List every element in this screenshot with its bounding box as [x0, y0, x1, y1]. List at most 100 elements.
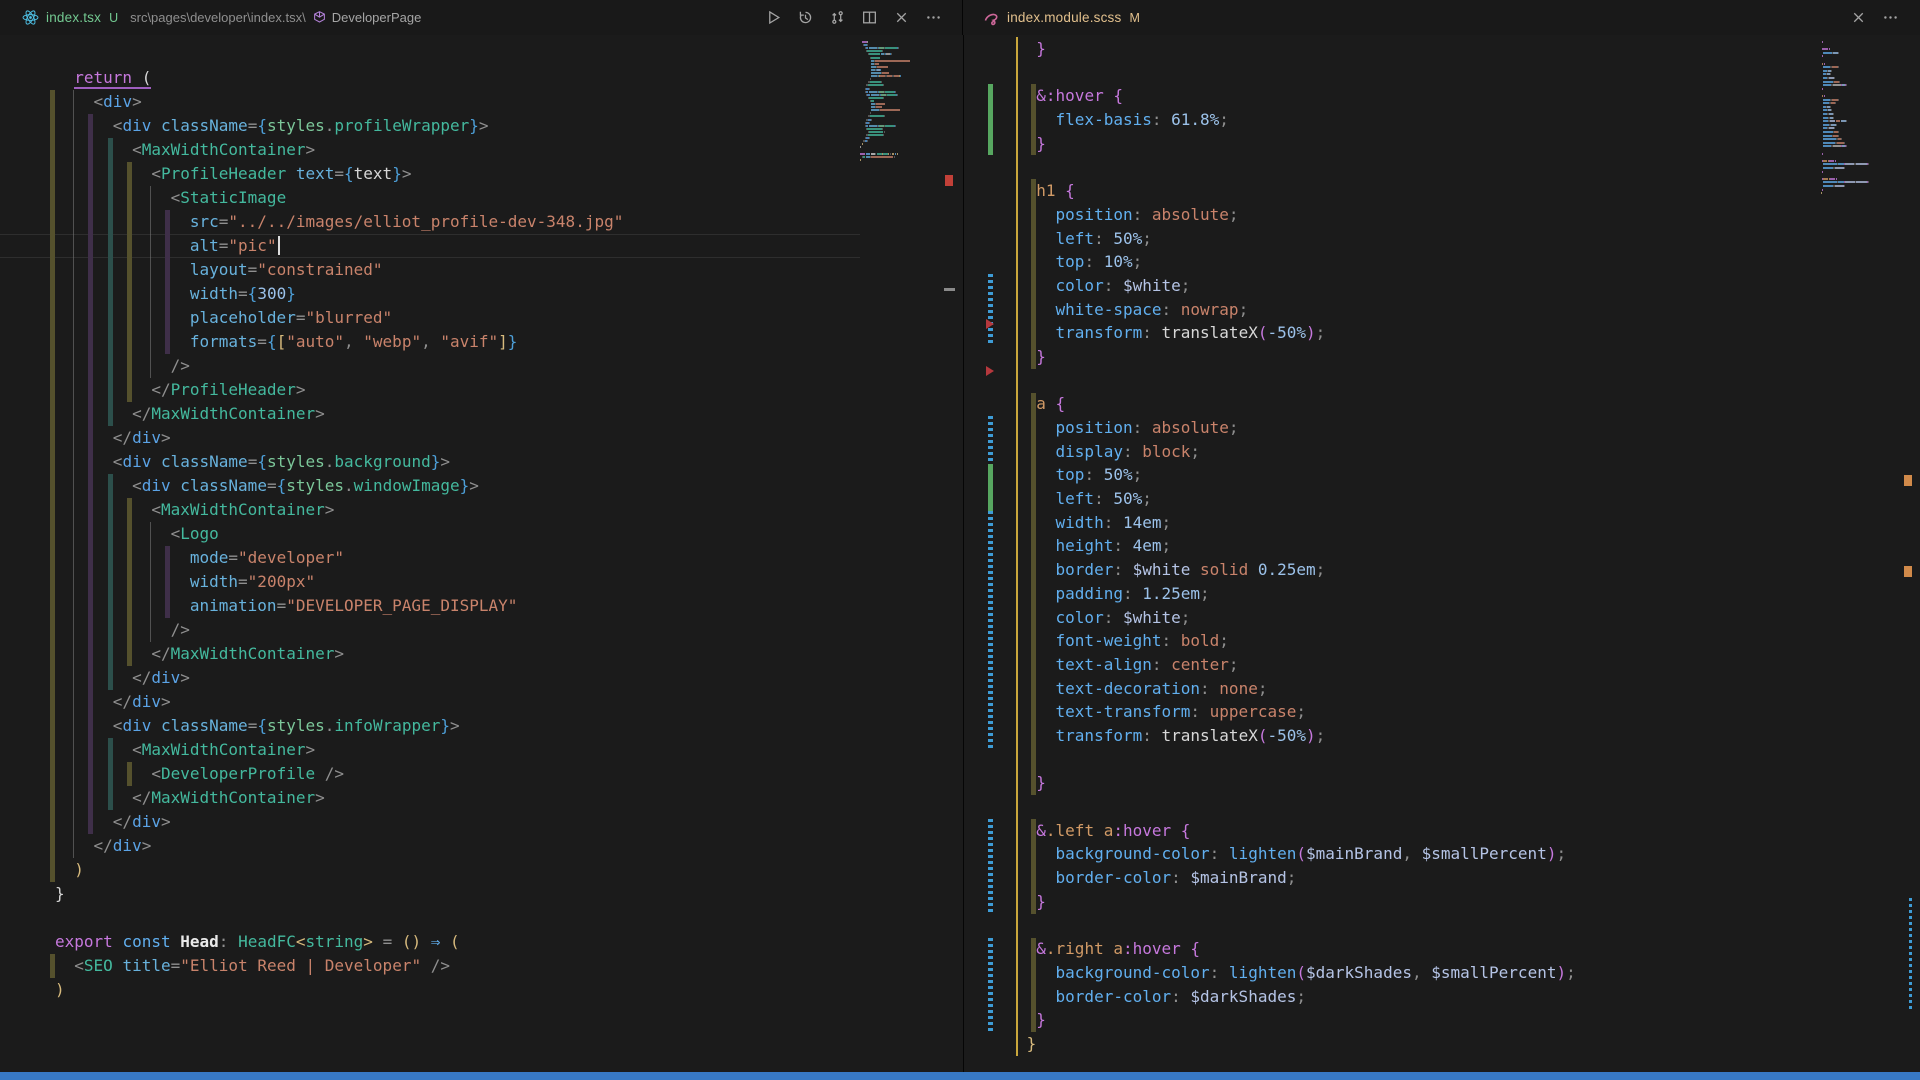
code-line[interactable]: } — [1017, 345, 1576, 369]
code-line[interactable]: <ProfileHeader text={text}> — [55, 162, 623, 186]
code-line[interactable]: } — [1017, 1008, 1576, 1032]
tab-filename[interactable]: index.tsx — [46, 10, 101, 25]
code-line[interactable]: </div> — [55, 834, 623, 858]
code-line[interactable]: </MaxWidthContainer> — [55, 786, 623, 810]
code-line[interactable] — [1017, 155, 1576, 179]
git-gutter-added-mark[interactable] — [988, 464, 993, 511]
code-line[interactable]: <div> — [55, 90, 623, 114]
code-line[interactable] — [1017, 795, 1576, 819]
code-line[interactable]: } — [55, 882, 623, 906]
code-line[interactable] — [1017, 913, 1576, 937]
code-line[interactable]: flex-basis: 61.8%; — [1017, 108, 1576, 132]
git-gutter-modified-mark[interactable] — [988, 274, 993, 345]
editor-pane-index-tsx[interactable]: return ( <div> <div className={styles.pr… — [0, 35, 963, 1072]
code-line[interactable]: } — [1017, 1032, 1576, 1056]
tab-filename[interactable]: index.module.scss — [1007, 10, 1121, 25]
code-line[interactable]: </ProfileHeader> — [55, 378, 623, 402]
code-line[interactable]: </MaxWidthContainer> — [55, 642, 623, 666]
code-line[interactable]: <DeveloperProfile /> — [55, 762, 623, 786]
code-line[interactable]: left: 50%; — [1017, 487, 1576, 511]
code-line[interactable]: width: 14em; — [1017, 511, 1576, 535]
code-line[interactable]: ) — [55, 978, 623, 1002]
code-line[interactable] — [1017, 61, 1576, 85]
code-line[interactable]: top: 50%; — [1017, 463, 1576, 487]
code-line[interactable]: <MaxWidthContainer> — [55, 498, 623, 522]
git-gutter-modified-mark[interactable] — [988, 511, 993, 748]
history-icon[interactable] — [797, 9, 814, 26]
code-line[interactable]: return ( — [55, 66, 623, 90]
code-line[interactable]: text-transform: uppercase; — [1017, 700, 1576, 724]
overview-ruler[interactable] — [1900, 35, 1920, 1072]
status-bar[interactable] — [0, 1072, 1920, 1080]
code-line[interactable]: transform: translateX(-50%); — [1017, 321, 1576, 345]
code-line[interactable]: a { — [1017, 392, 1576, 416]
git-gutter-modified-mark[interactable] — [988, 416, 993, 463]
code-line[interactable]: padding: 1.25em; — [1017, 582, 1576, 606]
code-line[interactable]: } — [1017, 37, 1576, 61]
code-line[interactable]: h1 { — [1017, 179, 1576, 203]
code-line[interactable]: src="../../images/elliot_profile-dev-348… — [55, 210, 623, 234]
code-line[interactable]: </div> — [55, 810, 623, 834]
code-line[interactable]: formats={["auto", "webp", "avif"]} — [55, 330, 623, 354]
code-line[interactable]: <Logo — [55, 522, 623, 546]
code-line[interactable]: position: absolute; — [1017, 203, 1576, 227]
code-line[interactable]: text-align: center; — [1017, 653, 1576, 677]
code-line[interactable]: placeholder="blurred" — [55, 306, 623, 330]
code-line[interactable]: display: block; — [1017, 440, 1576, 464]
code-line[interactable]: </div> — [55, 426, 623, 450]
code-line[interactable]: animation="DEVELOPER_PAGE_DISPLAY" — [55, 594, 623, 618]
code-line[interactable]: </div> — [55, 666, 623, 690]
breadcrumb-symbol[interactable]: DeveloperPage — [332, 10, 422, 25]
code-line[interactable]: <SEO title="Elliot Reed | Developer" /> — [55, 954, 623, 978]
code-line[interactable]: <StaticImage — [55, 186, 623, 210]
code-line[interactable]: border-color: $darkShades; — [1017, 985, 1576, 1009]
code-area[interactable]: return ( <div> <div className={styles.pr… — [55, 66, 623, 1002]
overview-ruler[interactable] — [941, 35, 963, 1072]
code-line[interactable]: export const Head: HeadFC<string> = () ⇒… — [55, 930, 623, 954]
code-line[interactable]: text-decoration: none; — [1017, 677, 1576, 701]
code-line[interactable]: border: $white solid 0.25em; — [1017, 558, 1576, 582]
code-line[interactable]: /> — [55, 618, 623, 642]
code-line[interactable]: <MaxWidthContainer> — [55, 738, 623, 762]
minimap[interactable] — [860, 41, 940, 1041]
code-line[interactable]: </MaxWidthContainer> — [55, 402, 623, 426]
close-icon[interactable] — [893, 9, 910, 26]
git-gutter-modified-mark[interactable] — [988, 819, 993, 914]
code-line[interactable]: font-weight: bold; — [1017, 629, 1576, 653]
code-line[interactable]: /> — [55, 354, 623, 378]
code-line[interactable]: } — [1017, 132, 1576, 156]
code-line[interactable]: <div className={styles.background}> — [55, 450, 623, 474]
code-line[interactable]: </div> — [55, 690, 623, 714]
code-line[interactable]: width="200px" — [55, 570, 623, 594]
code-line[interactable]: &.left a:hover { — [1017, 819, 1576, 843]
code-line[interactable]: <MaxWidthContainer> — [55, 138, 623, 162]
more-icon[interactable] — [925, 9, 942, 26]
code-line[interactable]: transform: translateX(-50%); — [1017, 724, 1576, 748]
code-line[interactable]: &.right a:hover { — [1017, 937, 1576, 961]
code-line[interactable]: background-color: lighten($mainBrand, $s… — [1017, 842, 1576, 866]
code-line[interactable]: <div className={styles.infoWrapper}> — [55, 714, 623, 738]
compare-icon[interactable] — [829, 9, 846, 26]
minimap[interactable] — [1820, 41, 1892, 1041]
run-icon[interactable] — [765, 9, 782, 26]
code-line[interactable]: mode="developer" — [55, 546, 623, 570]
git-gutter-deleted-mark[interactable] — [986, 319, 994, 329]
code-line[interactable] — [1017, 748, 1576, 772]
code-line[interactable]: white-space: nowrap; — [1017, 298, 1576, 322]
code-area[interactable]: } &:hover { flex-basis: 61.8%; } h1 { po… — [1017, 37, 1576, 1056]
code-line[interactable] — [55, 906, 623, 930]
editor-pane-index-module-scss[interactable]: } &:hover { flex-basis: 61.8%; } h1 { po… — [964, 35, 1920, 1072]
code-line[interactable]: <div className={styles.profileWrapper}> — [55, 114, 623, 138]
git-gutter-deleted-mark[interactable] — [986, 366, 994, 376]
code-line[interactable]: top: 10%; — [1017, 250, 1576, 274]
more-icon[interactable] — [1882, 9, 1899, 26]
code-line[interactable]: background-color: lighten($darkShades, $… — [1017, 961, 1576, 985]
code-line[interactable]: color: $white; — [1017, 274, 1576, 298]
code-line[interactable]: height: 4em; — [1017, 534, 1576, 558]
code-line[interactable]: alt="pic" — [55, 234, 623, 258]
code-line[interactable]: left: 50%; — [1017, 227, 1576, 251]
code-line[interactable]: ) — [55, 858, 623, 882]
code-line[interactable]: <div className={styles.windowImage}> — [55, 474, 623, 498]
code-line[interactable]: } — [1017, 771, 1576, 795]
code-line[interactable]: border-color: $mainBrand; — [1017, 866, 1576, 890]
